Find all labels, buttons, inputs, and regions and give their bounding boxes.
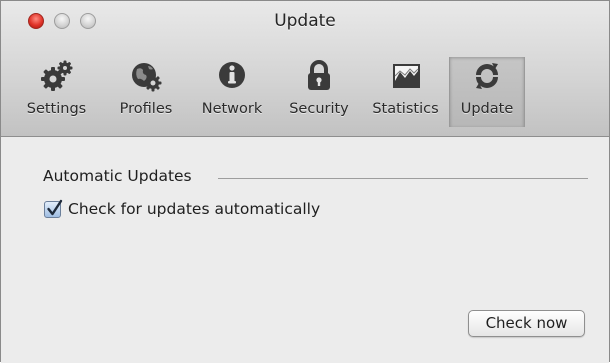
tab-profiles[interactable]: Profiles xyxy=(104,57,188,127)
tab-statistics[interactable]: Statistics xyxy=(362,57,449,127)
refresh-icon xyxy=(476,63,498,89)
tab-settings[interactable]: Settings xyxy=(9,57,104,127)
gears-icon xyxy=(40,60,72,91)
update-panel: Automatic Updates Check for updates auto… xyxy=(1,137,609,363)
tab-settings-label: Settings xyxy=(26,101,87,117)
check-now-button[interactable]: Check now xyxy=(468,310,585,337)
automatic-updates-heading: Automatic Updates xyxy=(43,167,192,185)
auto-update-label[interactable]: Check for updates automatically xyxy=(68,200,320,218)
lock-icon xyxy=(308,60,330,90)
tab-security-label: Security xyxy=(289,101,349,117)
checkmark-icon xyxy=(47,199,63,216)
tab-update[interactable]: Update xyxy=(449,57,525,127)
tab-profiles-label: Profiles xyxy=(119,101,173,117)
tab-network-label: Network xyxy=(201,101,263,117)
info-icon xyxy=(219,62,245,88)
tab-update-label: Update xyxy=(460,101,514,117)
auto-update-checkbox[interactable] xyxy=(44,199,63,218)
title-bar: Update Settings Profiles Network Securit… xyxy=(1,1,609,137)
window-title: Update xyxy=(274,11,336,31)
section-divider xyxy=(218,178,588,179)
chart-icon xyxy=(392,64,420,88)
tab-security[interactable]: Security xyxy=(276,57,362,127)
tab-statistics-label: Statistics xyxy=(372,101,439,117)
globe-gear-icon xyxy=(132,63,162,92)
preferences-window: Update Settings Profiles Network Securit… xyxy=(0,0,610,363)
tab-network[interactable]: Network xyxy=(188,57,276,127)
